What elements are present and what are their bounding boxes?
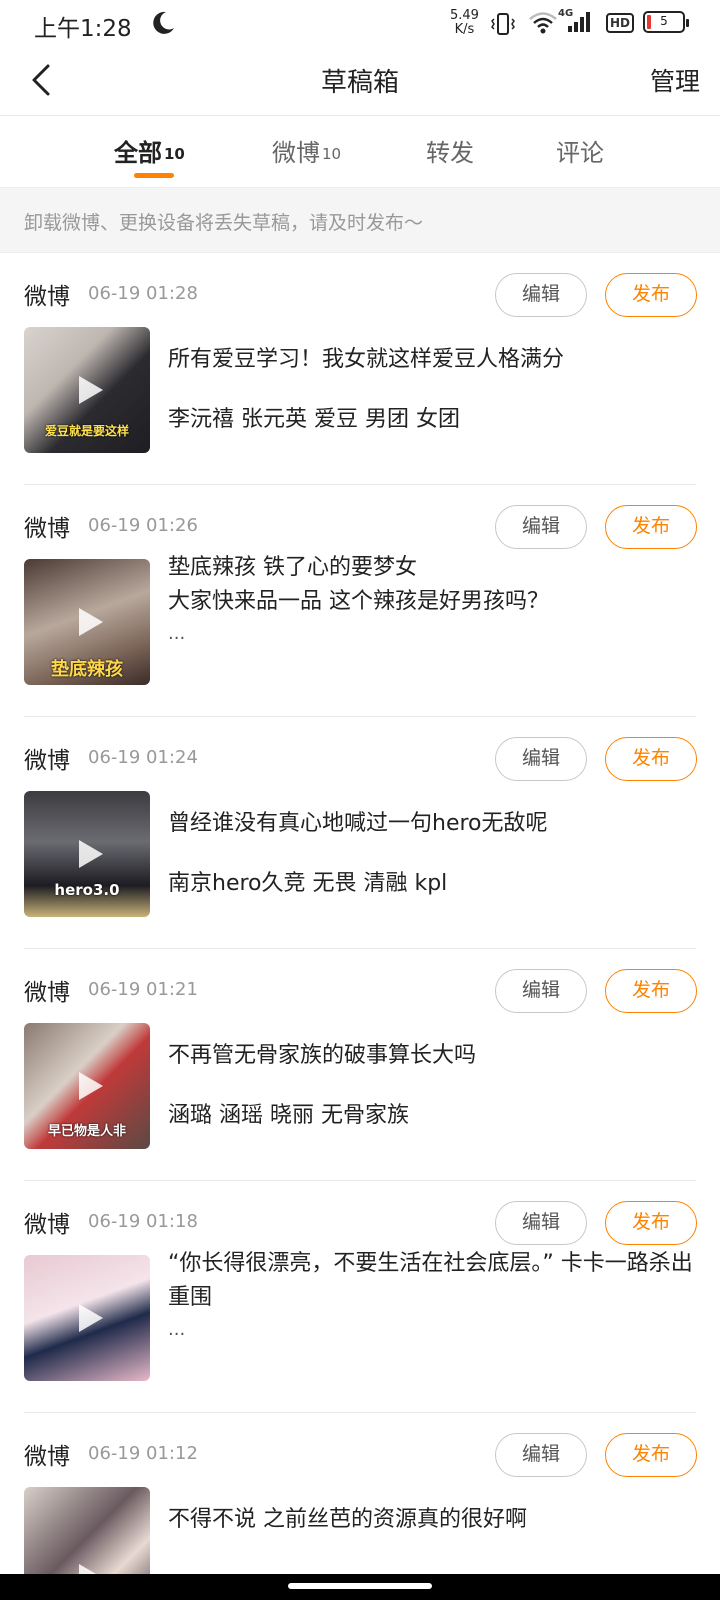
status-bar: 上午1:28 5.49 K/s 4G HD 5 [0, 0, 720, 48]
draft-ellipsis: ... [168, 1319, 186, 1340]
thumbnail-caption: hero3.0 [54, 881, 120, 899]
draft-item: 微博 06-19 01:28 编辑 发布 爱豆就是要这样 所有爱豆学习！我女就这… [0, 253, 720, 485]
edit-button[interactable]: 编辑 [495, 505, 587, 549]
draft-text: 曾经谁没有真心地喊过一句hero无敌呢 [168, 811, 548, 836]
draft-source: 微博 [24, 516, 70, 542]
signal-type: 4G [558, 8, 574, 19]
edit-button[interactable]: 编辑 [495, 969, 587, 1013]
thumbnail-caption: 爱豆就是要这样 [44, 424, 129, 438]
play-icon [79, 1304, 103, 1332]
moon-icon [153, 11, 174, 34]
draft-item: 微博 06-19 01:26 编辑 发布 垫底辣孩 垫底辣孩 铁了心的要梦女 大… [0, 485, 720, 717]
draft-time: 06-19 01:21 [88, 979, 198, 1000]
tab-repost-label: 转发 [426, 139, 474, 167]
draft-source: 微博 [24, 748, 70, 774]
network-speed-unit: K/s [454, 22, 475, 37]
nav-bar: 草稿箱 管理 [0, 48, 720, 116]
draft-video-thumbnail[interactable]: 早已物是人非 [24, 1023, 150, 1149]
status-time: 上午1:28 [34, 16, 132, 42]
thumbnail-caption: 垫底辣孩 [51, 659, 123, 680]
draft-tags: 南京hero久竞 无畏 清融 kpl [168, 871, 448, 896]
draft-text: 垫底辣孩 铁了心的要梦女 大家快来品一品 这个辣孩是好男孩吗？ [168, 555, 549, 614]
publish-button[interactable]: 发布 [605, 273, 697, 317]
hd-badge: HD [606, 13, 635, 33]
vibrate-icon [491, 13, 515, 35]
tab-weibo-count: 10 [322, 145, 342, 163]
tab-comment[interactable]: 评论 [556, 133, 604, 168]
wifi-icon [529, 12, 557, 34]
tab-weibo-label: 微博 [272, 139, 320, 167]
draft-tags: 涵璐 涵瑶 晓丽 无骨家族 [168, 1103, 409, 1128]
publish-button[interactable]: 发布 [605, 969, 697, 1013]
draft-text: 不得不说 之前丝芭的资源真的很好啊 [168, 1507, 527, 1532]
tab-all-label: 全部 [114, 139, 162, 167]
manage-button[interactable]: 管理 [650, 62, 700, 98]
edit-button[interactable]: 编辑 [495, 737, 587, 781]
draft-item: 微博 06-19 01:21 编辑 发布 早已物是人非 不再管无骨家族的破事算长… [0, 949, 720, 1181]
draft-time: 06-19 01:12 [88, 1443, 198, 1464]
draft-video-thumbnail[interactable] [24, 1487, 150, 1574]
draft-source: 微博 [24, 1212, 70, 1238]
tab-comment-label: 评论 [556, 139, 604, 167]
thumbnail-caption: 早已物是人非 [47, 1124, 126, 1139]
tab-bar: 全部 10 微博 10 转发 评论 [0, 117, 720, 187]
play-icon [79, 1072, 103, 1100]
draft-ellipsis: ... [168, 623, 186, 644]
draft-text: “你长得很漂亮，不要生活在社会底层。” 卡卡一路杀出重围 [168, 1251, 693, 1310]
draft-video-thumbnail[interactable] [24, 1255, 150, 1381]
active-tab-indicator [134, 173, 174, 178]
play-icon [79, 840, 103, 868]
draft-video-thumbnail[interactable]: 爱豆就是要这样 [24, 327, 150, 453]
draft-source: 微博 [24, 980, 70, 1006]
draft-time: 06-19 01:18 [88, 1211, 198, 1232]
draft-text: 不再管无骨家族的破事算长大吗 [168, 1043, 477, 1068]
draft-time: 06-19 01:24 [88, 747, 198, 768]
edit-button[interactable]: 编辑 [495, 273, 587, 317]
draft-item: 微博 06-19 01:18 编辑 发布 “你长得很漂亮，不要生活在社会底层。”… [0, 1181, 720, 1413]
draft-time: 06-19 01:26 [88, 515, 198, 536]
battery-percent: 5 [660, 14, 668, 28]
draft-text: 所有爱豆学习！我女就这样爱豆人格满分 [168, 347, 565, 372]
notice-text: 卸载微博、更换设备将丢失草稿，请及时发布～ [24, 212, 424, 234]
draft-video-thumbnail[interactable]: 垫底辣孩 [24, 559, 150, 685]
cell-signal-icon: 4G [558, 8, 594, 38]
notice-banner: 卸载微博、更换设备将丢失草稿，请及时发布～ [0, 187, 720, 253]
network-speed-value: 5.49 [450, 8, 479, 23]
publish-button[interactable]: 发布 [605, 737, 697, 781]
publish-button[interactable]: 发布 [605, 505, 697, 549]
play-icon [79, 1564, 103, 1574]
tab-weibo[interactable]: 微博 10 [272, 133, 341, 168]
draft-source: 微博 [24, 284, 70, 310]
tab-repost[interactable]: 转发 [426, 133, 474, 168]
publish-button[interactable]: 发布 [605, 1201, 697, 1245]
play-icon [79, 608, 103, 636]
tab-all[interactable]: 全部 10 [114, 133, 185, 168]
draft-source: 微博 [24, 1444, 70, 1470]
draft-item: 微博 06-19 01:24 编辑 发布 hero3.0 曾经谁没有真心地喊过一… [0, 717, 720, 949]
network-speed: 5.49 K/s [450, 9, 479, 37]
gesture-nav-bar [0, 1574, 720, 1600]
draft-tags: 李沅禧 张元英 爱豆 男团 女团 [168, 407, 460, 432]
draft-time: 06-19 01:28 [88, 283, 198, 304]
edit-button[interactable]: 编辑 [495, 1433, 587, 1477]
battery-icon: 5 [643, 11, 689, 33]
home-gesture-handle[interactable] [288, 1583, 432, 1589]
publish-button[interactable]: 发布 [605, 1433, 697, 1477]
thumbnail-image [24, 1487, 150, 1574]
draft-video-thumbnail[interactable]: hero3.0 [24, 791, 150, 917]
edit-button[interactable]: 编辑 [495, 1201, 587, 1245]
tab-all-count: 10 [164, 145, 185, 163]
draft-item: 微博 06-19 01:12 编辑 发布 不得不说 之前丝芭的资源真的很好啊 [0, 1413, 720, 1574]
page-title: 草稿箱 [320, 68, 399, 98]
play-icon [79, 376, 103, 404]
